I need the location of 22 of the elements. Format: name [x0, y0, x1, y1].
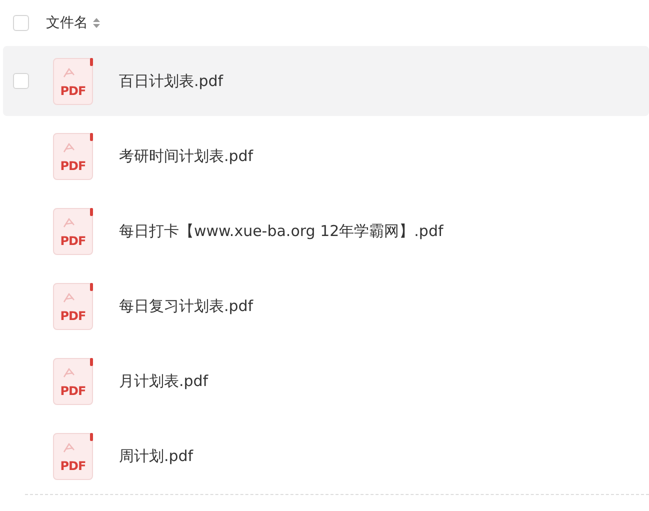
file-name[interactable]: 百日计划表.pdf: [119, 72, 224, 90]
file-name[interactable]: 考研时间计划表.pdf: [119, 146, 254, 166]
select-all-checkbox[interactable]: [13, 15, 29, 31]
pdf-file-icon: PDF: [53, 358, 93, 404]
file-row[interactable]: PDF 考研时间计划表.pdf: [3, 121, 649, 191]
file-name[interactable]: 每日打卡【www.xue-ba.org 12年学霸网】.pdf: [119, 222, 444, 240]
file-row[interactable]: PDF 每日打卡【www.xue-ba.org 12年学霸网】.pdf: [3, 196, 649, 266]
file-row[interactable]: PDF 每日复习计划表.pdf: [3, 271, 649, 341]
pdf-file-icon: PDF: [53, 282, 93, 330]
file-name[interactable]: 月计划表.pdf: [119, 372, 208, 390]
file-name[interactable]: 周计划.pdf: [119, 446, 194, 466]
filename-column-header[interactable]: 文件名: [46, 14, 100, 32]
row-checkbox[interactable]: [13, 73, 29, 89]
sort-icon[interactable]: [93, 18, 100, 28]
pdf-file-icon: PDF: [53, 132, 93, 180]
pdf-file-icon: PDF: [53, 432, 93, 480]
file-row[interactable]: PDF 月计划表.pdf: [3, 346, 649, 416]
file-row[interactable]: PDF 周计划.pdf: [3, 421, 649, 491]
file-row[interactable]: PDF 百日计划表.pdf: [3, 46, 649, 116]
pdf-file-icon: PDF: [53, 58, 93, 104]
pdf-file-icon: PDF: [53, 208, 93, 254]
file-name[interactable]: 每日复习计划表.pdf: [119, 296, 254, 316]
